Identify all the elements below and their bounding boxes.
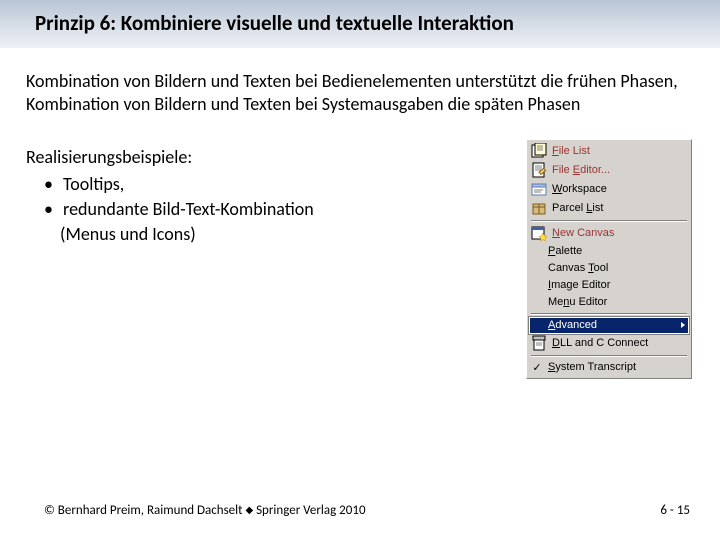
menu-item-label: DLL and C Connect [552, 337, 648, 349]
menu-item-label: Image Editor [548, 279, 610, 291]
menu-item[interactable]: File Editor... [529, 161, 689, 180]
file-editor-icon [531, 162, 547, 178]
menu-item-label: Canvas Tool [548, 262, 608, 274]
menu-item-label: Advanced [548, 319, 597, 331]
diamond-icon: ◆ [245, 503, 253, 516]
menu-item-label: Parcel List [552, 202, 603, 214]
menu-item-label: File Editor... [552, 164, 610, 176]
example-item: redundante Bild-Text-Kombination [60, 197, 512, 222]
slide-body: Kombination von Bildern und Texten bei B… [0, 48, 720, 379]
menu-item-label: System Transcript [548, 361, 636, 373]
menu-separator [531, 313, 687, 315]
menu-item[interactable]: New Canvas [529, 224, 689, 243]
menu-item-label: Workspace [552, 183, 607, 195]
new-canvas-icon [531, 225, 547, 241]
menu-item[interactable]: Canvas Tool [529, 260, 689, 277]
menu-item-label: Palette [548, 245, 582, 257]
menu-item[interactable]: Advanced [529, 317, 689, 334]
menu-item[interactable]: Palette [529, 243, 689, 260]
menu-item-label: New Canvas [552, 227, 614, 239]
menu-item-label: File List [552, 145, 590, 157]
menu-separator [531, 355, 687, 357]
copyright: © Bernhard Preim, Raimund Dachselt ◆ Spr… [44, 503, 366, 518]
menu-item[interactable]: Workspace [529, 180, 689, 199]
dll-icon [531, 335, 547, 351]
menu-separator [531, 220, 687, 222]
slide-title: Prinzip 6: Kombiniere visuelle und textu… [0, 0, 720, 48]
intro-text: Kombination von Bildern und Texten bei B… [26, 70, 692, 117]
examples-note: (Menus und Icons) [26, 222, 512, 247]
menu-item[interactable]: Parcel List [529, 199, 689, 218]
menu-item[interactable]: Image Editor [529, 277, 689, 294]
example-item: Tooltips, [60, 172, 512, 197]
examples-block: Realisierungsbeispiele: Tooltips, redund… [26, 145, 512, 379]
submenu-arrow-icon [681, 322, 685, 328]
menu-item[interactable]: Menu Editor [529, 294, 689, 311]
workspace-icon [531, 181, 547, 197]
file-list-icon [531, 143, 547, 159]
slide-footer: © Bernhard Preim, Raimund Dachselt ◆ Spr… [44, 503, 690, 518]
menu-item[interactable]: ✓ System Transcript [529, 359, 689, 376]
menu-item[interactable]: DLL and C Connect [529, 334, 689, 353]
check-icon: ✓ [531, 361, 543, 374]
examples-heading: Realisierungsbeispiele: [26, 145, 512, 170]
page-number: 6 - 15 [660, 503, 690, 518]
parcel-icon [531, 200, 547, 216]
menu-item-label: Menu Editor [548, 296, 607, 308]
sample-menu: File List File Editor... Workspace Parcel L… [526, 139, 692, 379]
menu-item[interactable]: File List [529, 142, 689, 161]
